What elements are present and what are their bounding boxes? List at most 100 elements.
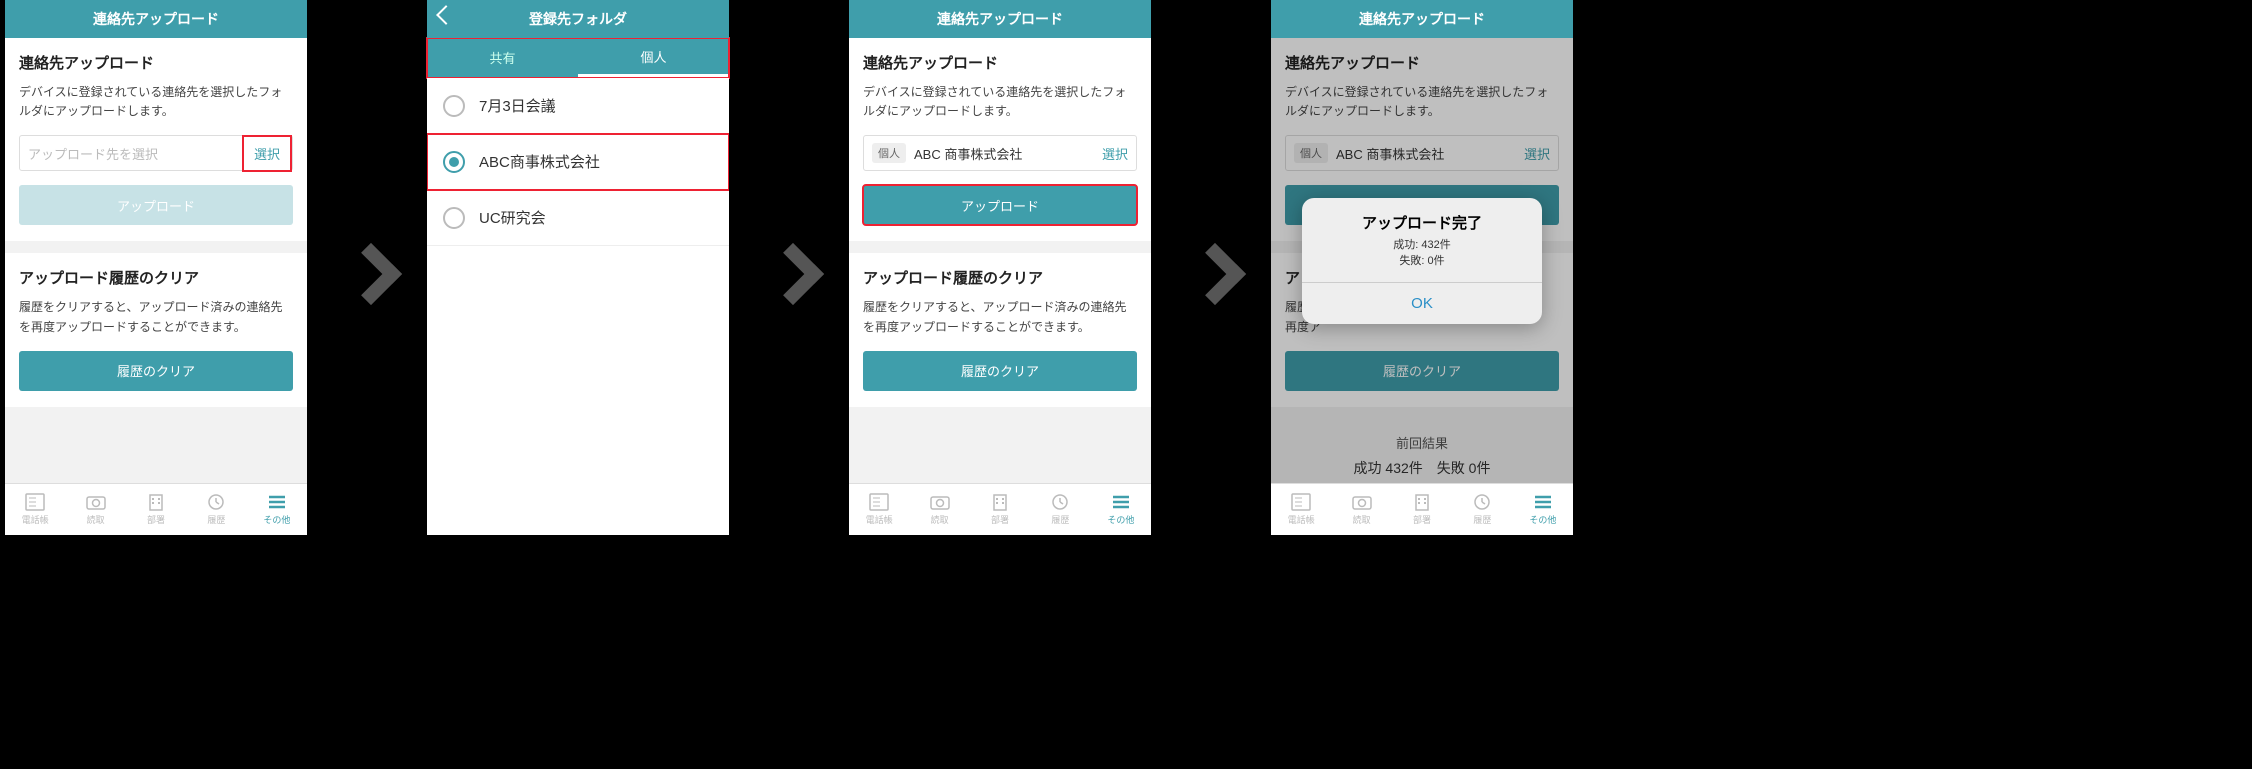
- chevron-right-icon: [347, 232, 387, 304]
- tab-dept[interactable]: 部署: [126, 484, 186, 535]
- chevron-right-icon: [1191, 232, 1231, 304]
- radio-icon[interactable]: [443, 151, 465, 173]
- tab-history[interactable]: 履歴: [1030, 484, 1090, 535]
- tab-dept[interactable]: 部署: [970, 484, 1030, 535]
- tab-bar: 電話帳 読取 部署 履歴 その他: [5, 483, 307, 535]
- folder-list: 7月3日会議 ABC商事株式会社 UC研究会: [427, 78, 729, 535]
- select-placeholder: アップロード先を選択: [28, 144, 244, 163]
- clock-icon: [1471, 493, 1493, 511]
- header-title: 登録先フォルダ: [427, 0, 729, 38]
- tab-label: 電話帳: [866, 513, 893, 526]
- upload-complete-dialog: アップロード完了 成功: 432件 失敗: 0件 OK: [1302, 198, 1542, 324]
- clear-history-button[interactable]: 履歴のクリア: [863, 351, 1137, 391]
- upload-button: アップロード: [19, 185, 293, 225]
- phonebook-icon: [24, 493, 46, 511]
- building-icon: [145, 493, 167, 511]
- tab-scan[interactable]: 読取: [1331, 484, 1391, 535]
- tab-label: 読取: [1353, 513, 1371, 526]
- tab-phonebook[interactable]: 電話帳: [849, 484, 909, 535]
- tab-label: 履歴: [1473, 513, 1491, 526]
- tab-other[interactable]: その他: [247, 484, 307, 535]
- section-title: 連絡先アップロード: [863, 52, 1137, 73]
- arrow-gap: [1151, 0, 1271, 535]
- tab-history[interactable]: 履歴: [1452, 484, 1512, 535]
- clear-section: アップロード履歴のクリア 履歴をクリアすると、アップロード済みの連絡先を再度アッ…: [849, 253, 1151, 406]
- modal-message: 成功: 432件 失敗: 0件: [1302, 237, 1542, 282]
- destination-select[interactable]: 個人 ABC 商事株式会社 選択: [863, 135, 1137, 171]
- folder-type-badge: 個人: [872, 143, 906, 163]
- phonebook-icon: [868, 493, 890, 511]
- header-title: 連絡先アップロード: [849, 0, 1151, 38]
- tab-bar: 電話帳 読取 部署 履歴 その他: [1271, 483, 1573, 535]
- tab-label: 部署: [1413, 513, 1431, 526]
- menu-icon: [1110, 493, 1132, 511]
- header-title: 連絡先アップロード: [5, 0, 307, 38]
- tab-scan[interactable]: 読取: [65, 484, 125, 535]
- clock-icon: [1049, 493, 1071, 511]
- modal-line: 失敗: 0件: [1399, 255, 1444, 267]
- select-action[interactable]: 選択: [244, 137, 290, 170]
- screen-1: 連絡先アップロード 連絡先アップロード デバイスに登録されている連絡先を選択した…: [5, 0, 307, 535]
- destination-select[interactable]: アップロード先を選択 選択: [19, 135, 293, 171]
- tab-label: 部署: [147, 513, 165, 526]
- tab-dept[interactable]: 部署: [1392, 484, 1452, 535]
- back-button[interactable]: [436, 5, 456, 25]
- screen-3: 連絡先アップロード 連絡先アップロード デバイスに登録されている連絡先を選択した…: [849, 0, 1151, 535]
- tab-label: その他: [263, 513, 290, 526]
- tab-bar: 電話帳 読取 部署 履歴 その他: [849, 483, 1151, 535]
- tab-label: 電話帳: [22, 513, 49, 526]
- radio-icon[interactable]: [443, 95, 465, 117]
- list-item[interactable]: 7月3日会議: [427, 78, 729, 134]
- selected-folder-name: ABC 商事株式会社: [914, 144, 1094, 163]
- modal-ok-button[interactable]: OK: [1302, 282, 1542, 324]
- camera-icon: [1351, 493, 1373, 511]
- tab-label: 履歴: [1051, 513, 1069, 526]
- upload-button[interactable]: アップロード: [863, 185, 1137, 225]
- segment-control: 共有 個人: [427, 38, 729, 78]
- list-item[interactable]: UC研究会: [427, 190, 729, 246]
- list-item-label: UC研究会: [479, 207, 546, 228]
- list-item[interactable]: ABC商事株式会社: [427, 134, 729, 190]
- tab-label: 読取: [87, 513, 105, 526]
- section-desc: デバイスに登録されている連絡先を選択したフォルダにアップロードします。: [863, 83, 1137, 121]
- arrow-gap: [729, 0, 849, 535]
- radio-icon[interactable]: [443, 207, 465, 229]
- tab-label: 電話帳: [1288, 513, 1315, 526]
- clock-icon: [205, 493, 227, 511]
- tab-shared[interactable]: 共有: [427, 38, 578, 77]
- tab-other[interactable]: その他: [1513, 484, 1573, 535]
- screen-4: 連絡先アップロード 連絡先アップロード デバイスに登録されている連絡先を選択した…: [1271, 0, 1573, 535]
- tab-label: 履歴: [207, 513, 225, 526]
- camera-icon: [85, 493, 107, 511]
- upload-section: 連絡先アップロード デバイスに登録されている連絡先を選択したフォルダにアップロー…: [5, 38, 307, 241]
- tab-phonebook[interactable]: 電話帳: [1271, 484, 1331, 535]
- section-title: アップロード履歴のクリア: [863, 267, 1137, 288]
- tab-label: 読取: [931, 513, 949, 526]
- clear-history-button[interactable]: 履歴のクリア: [19, 351, 293, 391]
- tab-label: その他: [1107, 513, 1134, 526]
- section-desc: 履歴をクリアすると、アップロード済みの連絡先を再度アップロードすることができます…: [863, 298, 1137, 336]
- chevron-right-icon: [769, 232, 809, 304]
- tab-label: その他: [1529, 513, 1556, 526]
- tab-label: 部署: [991, 513, 1009, 526]
- tab-other[interactable]: その他: [1091, 484, 1151, 535]
- clear-section: アップロード履歴のクリア 履歴をクリアすると、アップロード済みの連絡先を再度アッ…: [5, 253, 307, 406]
- section-desc: 履歴をクリアすると、アップロード済みの連絡先を再度アップロードすることができます…: [19, 298, 293, 336]
- tab-history[interactable]: 履歴: [186, 484, 246, 535]
- header-title: 連絡先アップロード: [1271, 0, 1573, 38]
- phonebook-icon: [1290, 493, 1312, 511]
- tab-personal[interactable]: 個人: [578, 38, 729, 77]
- screen-2: 登録先フォルダ 共有 個人 7月3日会議 ABC商事株式会社 UC研究会: [427, 0, 729, 535]
- menu-icon: [266, 493, 288, 511]
- modal-title: アップロード完了: [1302, 198, 1542, 237]
- header-label: 登録先フォルダ: [529, 9, 627, 29]
- section-title: アップロード履歴のクリア: [19, 267, 293, 288]
- tab-phonebook[interactable]: 電話帳: [5, 484, 65, 535]
- upload-section: 連絡先アップロード デバイスに登録されている連絡先を選択したフォルダにアップロー…: [849, 38, 1151, 241]
- tab-scan[interactable]: 読取: [909, 484, 969, 535]
- list-item-label: 7月3日会議: [479, 95, 556, 116]
- select-action[interactable]: 選択: [1094, 144, 1128, 163]
- building-icon: [1411, 493, 1433, 511]
- list-item-label: ABC商事株式会社: [479, 151, 600, 172]
- building-icon: [989, 493, 1011, 511]
